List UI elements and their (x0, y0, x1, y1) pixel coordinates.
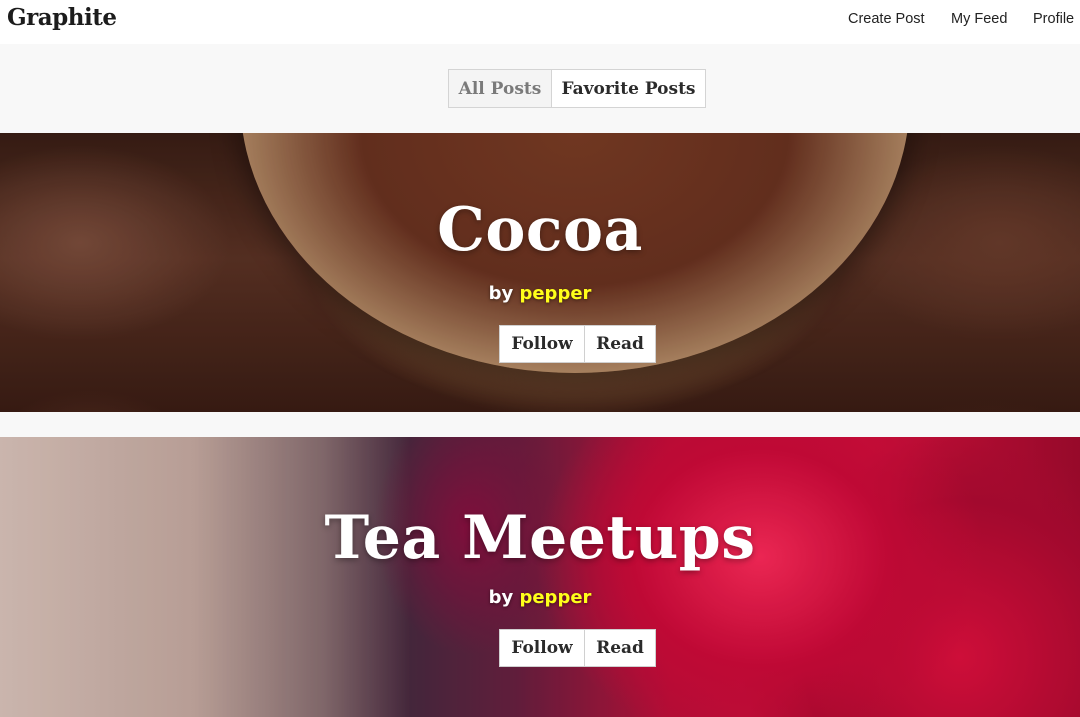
post-byline: by pepper (0, 283, 1080, 304)
read-button[interactable]: Read (585, 326, 655, 362)
post-actions: Follow Read (499, 629, 656, 667)
post-author-link[interactable]: pepper (519, 283, 591, 304)
post-card-tea-meetups[interactable]: Tea Meetups by pepper Follow Read (0, 437, 1080, 717)
nav-create-post[interactable]: Create Post (848, 11, 925, 27)
post-title[interactable]: Cocoa (0, 195, 1080, 265)
read-button[interactable]: Read (585, 630, 655, 666)
follow-button[interactable]: Follow (500, 630, 585, 666)
brand-logo[interactable]: Graphite (7, 4, 117, 31)
byline-prefix: by (488, 283, 520, 304)
byline-prefix: by (488, 587, 520, 608)
post-title[interactable]: Tea Meetups (0, 503, 1080, 573)
post-filter-bar: All Posts Favorite Posts (0, 44, 1080, 133)
post-actions: Follow Read (499, 325, 656, 363)
nav-my-feed[interactable]: My Feed (951, 11, 1007, 27)
post-filter-tabs: All Posts Favorite Posts (448, 69, 706, 108)
cover-overlay (0, 133, 1080, 412)
follow-button[interactable]: Follow (500, 326, 585, 362)
post-card-cocoa[interactable]: Cocoa by pepper Follow Read (0, 133, 1080, 412)
post-byline: by pepper (0, 587, 1080, 608)
top-navbar: Graphite Create Post My Feed Profile (0, 0, 1080, 44)
cover-overlay (0, 437, 1080, 717)
tab-favorite-posts[interactable]: Favorite Posts (552, 70, 705, 107)
tab-all-posts[interactable]: All Posts (449, 70, 552, 107)
post-author-link[interactable]: pepper (519, 587, 591, 608)
nav-profile[interactable]: Profile (1033, 11, 1074, 27)
